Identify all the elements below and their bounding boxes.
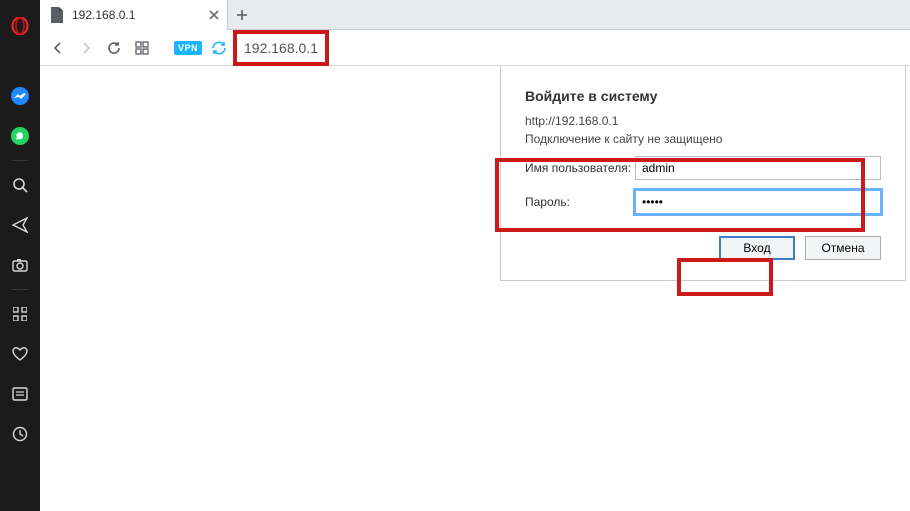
whatsapp-icon bbox=[10, 126, 30, 146]
whatsapp-button[interactable] bbox=[0, 116, 40, 156]
dialog-insecure-warning: Подключение к сайту не защищено bbox=[525, 132, 881, 146]
auth-dialog: Войдите в систему http://192.168.0.1 Под… bbox=[500, 66, 906, 281]
chevron-left-icon bbox=[51, 41, 65, 55]
search-button[interactable] bbox=[0, 165, 40, 205]
opera-logo-icon bbox=[11, 17, 29, 35]
snapshot-button[interactable] bbox=[0, 245, 40, 285]
username-input[interactable] bbox=[635, 156, 881, 180]
reload-button[interactable] bbox=[104, 38, 124, 58]
address-bar: VPN bbox=[40, 30, 910, 66]
forward-button[interactable] bbox=[76, 38, 96, 58]
news-icon bbox=[12, 387, 28, 401]
dialog-heading: Войдите в систему bbox=[525, 88, 881, 104]
page-viewport: Войдите в систему http://192.168.0.1 Под… bbox=[40, 66, 910, 511]
browser-tab[interactable]: 192.168.0.1 bbox=[40, 0, 228, 30]
clock-icon bbox=[12, 426, 28, 442]
url-input[interactable] bbox=[236, 36, 536, 60]
vpn-badge[interactable]: VPN bbox=[174, 41, 202, 55]
search-icon bbox=[12, 177, 28, 193]
send-icon bbox=[12, 217, 28, 233]
opera-menu-button[interactable] bbox=[0, 6, 40, 46]
history-button[interactable] bbox=[0, 414, 40, 454]
start-page-button[interactable] bbox=[132, 38, 152, 58]
plus-icon bbox=[236, 9, 248, 21]
new-tab-button[interactable] bbox=[228, 0, 256, 30]
news-button[interactable] bbox=[0, 374, 40, 414]
username-label: Имя пользователя: bbox=[525, 161, 635, 175]
grid-icon bbox=[13, 307, 27, 321]
login-button[interactable]: Вход bbox=[719, 236, 795, 260]
camera-icon bbox=[12, 258, 28, 272]
dialog-origin: http://192.168.0.1 bbox=[525, 114, 881, 128]
tab-title: 192.168.0.1 bbox=[72, 8, 199, 22]
messenger-button[interactable] bbox=[0, 76, 40, 116]
grid-small-icon bbox=[135, 41, 149, 55]
bookmarks-button[interactable] bbox=[0, 334, 40, 374]
speeddial-button[interactable] bbox=[0, 294, 40, 334]
annotation-highlight bbox=[677, 258, 773, 296]
opera-sidebar bbox=[0, 0, 40, 511]
close-tab-icon[interactable] bbox=[207, 8, 221, 22]
chevron-right-icon bbox=[79, 41, 93, 55]
password-label: Пароль: bbox=[525, 195, 635, 209]
password-input[interactable] bbox=[635, 190, 881, 214]
heart-icon bbox=[12, 346, 28, 362]
reload-icon bbox=[106, 40, 122, 56]
page-icon bbox=[50, 7, 64, 23]
tab-strip: 192.168.0.1 bbox=[40, 0, 910, 30]
messenger-icon bbox=[10, 86, 30, 106]
back-button[interactable] bbox=[48, 38, 68, 58]
sync-icon[interactable] bbox=[210, 39, 228, 57]
flow-button[interactable] bbox=[0, 205, 40, 245]
cancel-button[interactable]: Отмена bbox=[805, 236, 881, 260]
